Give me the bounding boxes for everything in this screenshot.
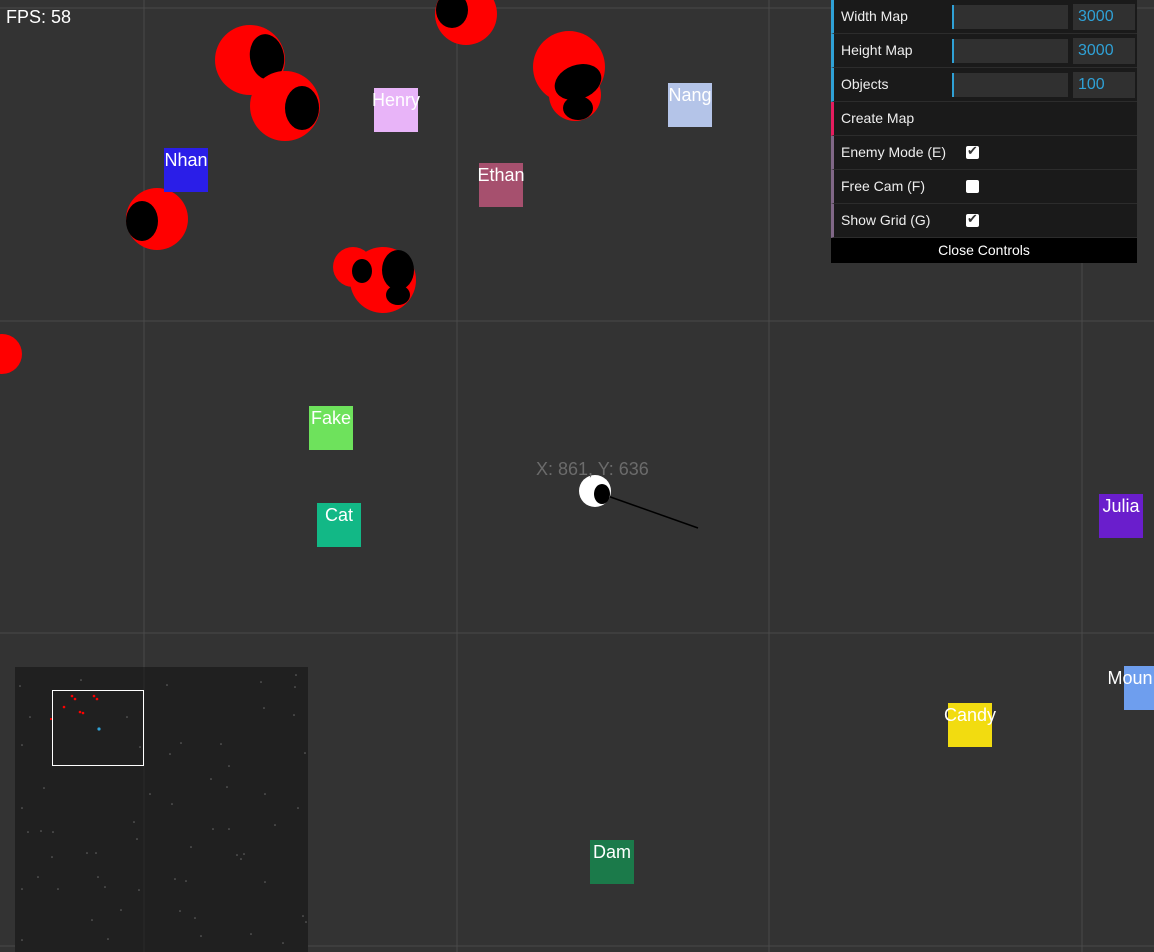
width-map-control: Width Map [831,0,1137,34]
object-label: Moun [1107,668,1153,688]
objects-slider[interactable] [952,73,1068,97]
object-julia: Julia [1099,494,1143,538]
object-dam: Dam [590,840,634,884]
object-label: Nhan [164,150,208,170]
object-label: Candy [943,705,997,725]
object-label: Fake [310,408,352,428]
enemy-mode-label: Enemy Mode (E) [841,144,947,160]
fps-counter: FPS: 58 [6,7,72,27]
enemy [250,71,320,141]
enemy-mode-control: Enemy Mode (E) ✔ [831,136,1137,170]
player-coordinates: X: 861, Y: 636 [536,459,649,479]
object-label: Ethan [477,165,525,185]
object-label: Dam [592,842,632,862]
minimap-viewport[interactable] [52,690,144,766]
object-nhan: Nhan [164,148,208,192]
object-fake: Fake [309,406,353,450]
object-label: Cat [324,505,354,525]
enemy [126,188,188,250]
create-map-button[interactable]: Create Map [831,102,1137,136]
object-label: Henry [371,90,421,110]
objects-control: Objects [831,68,1137,102]
free-cam-control: Free Cam (F) [831,170,1137,204]
check-icon: ✔ [967,143,978,158]
controls-panel: Width Map Height Map Objects Create Map … [831,0,1137,263]
enemy [333,247,416,313]
object-nang: Nang [668,83,712,127]
show-grid-label: Show Grid (G) [841,212,931,228]
object-candy: Candy [944,703,996,747]
enemy [0,334,22,374]
height-map-slider[interactable] [952,39,1068,63]
show-grid-control: Show Grid (G) ✔ [831,204,1137,238]
width-map-input[interactable] [1073,4,1135,30]
minimap[interactable] [15,667,308,952]
object-ethan: Ethan [477,163,525,207]
close-controls-button[interactable]: Close Controls [831,238,1137,263]
player [579,475,699,529]
enemy [533,31,605,121]
object-label: Julia [1102,496,1140,516]
width-map-label: Width Map [841,8,908,24]
object-label: Nang [668,85,712,105]
width-map-slider[interactable] [952,5,1068,29]
free-cam-label: Free Cam (F) [841,178,925,194]
create-map-label: Create Map [841,110,915,126]
object-henry: Henry [371,88,421,132]
enemy [435,0,497,45]
enemy-mode-checkbox[interactable]: ✔ [966,143,979,159]
object-cat: Cat [317,503,361,547]
objects-label: Objects [841,76,889,92]
height-map-control: Height Map [831,34,1137,68]
height-map-input[interactable] [1073,38,1135,64]
free-cam-checkbox[interactable] [966,180,979,193]
show-grid-checkbox[interactable]: ✔ [966,211,979,227]
check-icon: ✔ [967,211,978,226]
object-moun: Moun [1107,666,1154,710]
objects-input[interactable] [1073,72,1135,98]
height-map-label: Height Map [841,42,913,58]
